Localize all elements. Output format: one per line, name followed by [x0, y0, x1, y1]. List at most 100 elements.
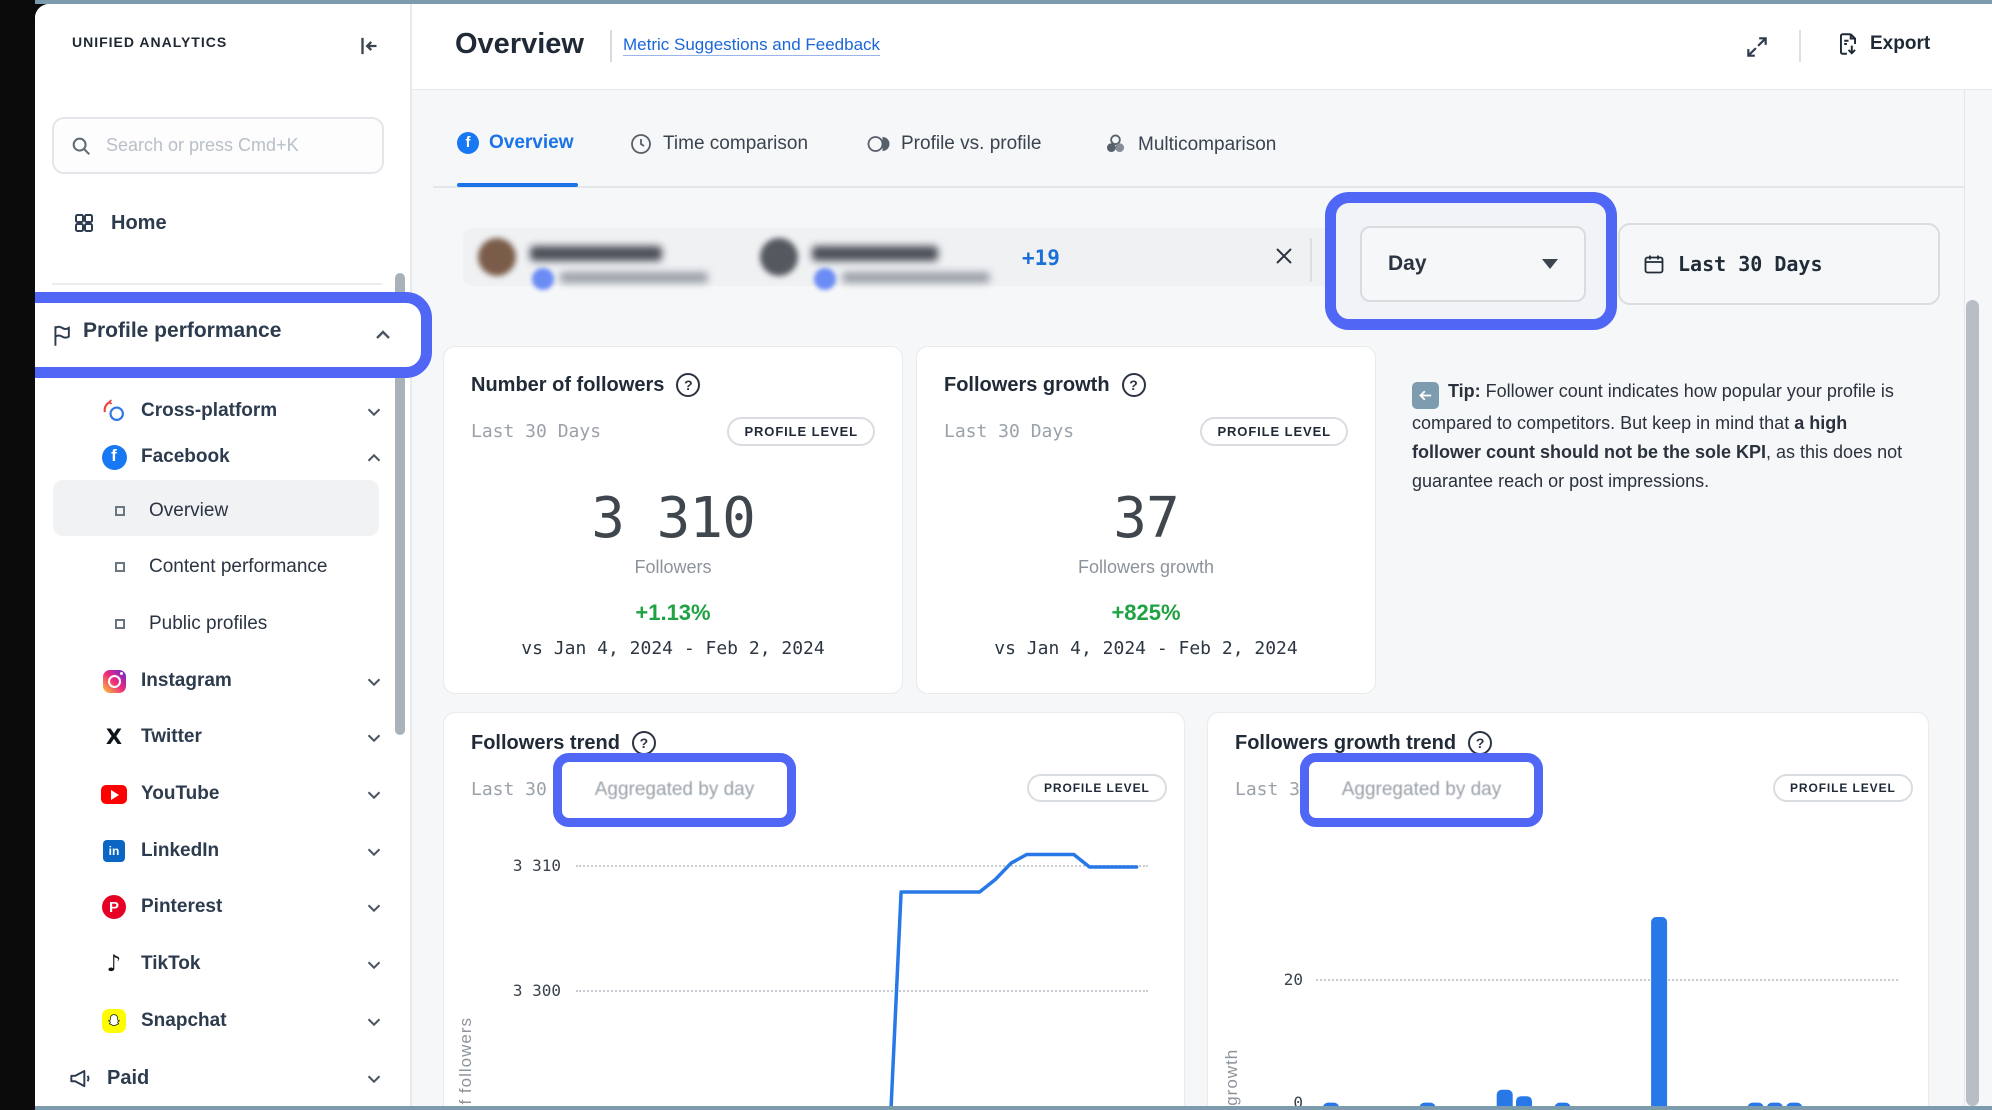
chevron-down-icon [363, 784, 385, 806]
tiktok-icon [100, 951, 128, 977]
annotation-highlight-aggregated-by-day-left: Aggregated by day [553, 753, 796, 827]
sidebar-item-linkedin[interactable]: LinkedIn [100, 835, 400, 867]
more-profiles-count[interactable]: +19 [1022, 246, 1060, 270]
sidebar-divider [52, 283, 382, 285]
kpi-versus: vs Jan 4, 2024 - Feb 2, 2024 [444, 638, 902, 659]
chevron-down-icon [363, 671, 385, 693]
tabs-divider [433, 186, 1964, 188]
tab-label: Time comparison [663, 133, 808, 155]
date-range-selector[interactable]: Last 30 Days [1618, 223, 1940, 305]
sidebar-item-twitter[interactable]: X Twitter [100, 721, 400, 753]
export-label: Export [1870, 33, 1930, 55]
close-icon[interactable] [1272, 244, 1296, 268]
left-arrow-icon [1412, 382, 1439, 409]
export-document-icon [1835, 31, 1861, 57]
blurred-profile-name [530, 246, 662, 261]
caret-down-icon [1542, 259, 1558, 269]
twitter-x-icon: X [100, 725, 128, 749]
chevron-down-icon [363, 1011, 385, 1033]
network-badge [814, 268, 836, 290]
youtube-icon [100, 785, 128, 804]
home-grid-icon [70, 211, 98, 235]
chevron-down-icon [363, 897, 385, 919]
sidebar-item-facebook-overview[interactable]: Overview [113, 495, 393, 527]
blurred-profile-name [812, 246, 938, 261]
help-icon[interactable] [676, 373, 700, 397]
metric-suggestions-link[interactable]: Metric Suggestions and Feedback [623, 35, 880, 55]
tab-label: Overview [489, 132, 574, 154]
tab-profile-vs-profile[interactable]: Profile vs. profile [866, 132, 1041, 156]
profile-vs-profile-icon [866, 132, 891, 156]
screenshot-stage: UNIFIED ANALYTICS Home Profile p [0, 0, 1992, 1110]
instagram-icon [100, 670, 128, 693]
collapse-sidebar-icon[interactable] [352, 32, 380, 60]
sidebar-item-youtube[interactable]: YouTube [100, 778, 400, 810]
tip-label: Tip: [1448, 381, 1481, 401]
bullet-icon [115, 506, 125, 516]
expand-icon[interactable] [1744, 34, 1770, 60]
sidebar-item-tiktok[interactable]: TikTok [100, 948, 400, 980]
avatar [478, 238, 516, 276]
tip-text: Tip: Follower count indicates how popula… [1412, 377, 1912, 496]
sidebar-item-label: TikTok [141, 953, 200, 975]
kpi-delta: +1.13% [444, 600, 902, 626]
sidebar-item-label: Instagram [141, 670, 232, 692]
sidebar-item-snapchat[interactable]: Snapchat [100, 1005, 400, 1037]
facebook-icon [100, 445, 128, 470]
help-icon[interactable] [1122, 373, 1146, 397]
search-icon [70, 135, 92, 157]
tab-time-comparison[interactable]: Time comparison [629, 132, 808, 156]
bullet-icon [115, 562, 125, 572]
sidebar-item-profile-performance[interactable]: Profile performance [83, 319, 281, 343]
sidebar-item-label: Facebook [141, 446, 230, 468]
sidebar-item-home[interactable]: Home [70, 207, 370, 239]
facebook-icon [457, 132, 479, 154]
sidebar-item-label: YouTube [141, 783, 219, 805]
search-input[interactable] [104, 134, 358, 157]
blurred-profile-subtitle [560, 272, 708, 283]
aggregation-selector[interactable]: Aggregated by day [595, 779, 755, 801]
active-tab-underline [457, 183, 578, 187]
title-separator [610, 30, 612, 62]
flag-icon [50, 323, 76, 349]
sidebar-item-pinterest[interactable]: Pinterest [100, 891, 400, 923]
tab-label: Profile vs. profile [901, 133, 1041, 155]
sidebar-item-content-performance[interactable]: Content performance [113, 551, 393, 583]
header-separator [1799, 30, 1801, 62]
clock-icon [629, 132, 653, 156]
sidebar-item-instagram[interactable]: Instagram [100, 665, 400, 697]
granularity-dropdown[interactable]: Day [1360, 226, 1586, 302]
sidebar-item-facebook[interactable]: Facebook [100, 441, 400, 473]
granularity-value: Day [1388, 252, 1427, 276]
snapchat-icon [100, 1009, 128, 1033]
chevron-up-icon [371, 323, 395, 347]
sidebar-item-label: Public profiles [149, 613, 267, 635]
chevron-down-icon [363, 1068, 385, 1090]
sidebar-item-label: Paid [107, 1067, 149, 1090]
sidebar-item-public-profiles[interactable]: Public profiles [113, 608, 393, 640]
kpi-value: 3 310 [444, 486, 902, 551]
main-scrollbar[interactable] [1966, 300, 1979, 1106]
sidebar-item-label: Snapchat [141, 1010, 227, 1032]
search-input-container [52, 117, 384, 174]
kpi-value-label: Followers [444, 557, 902, 578]
export-button[interactable]: Export [1835, 31, 1930, 57]
kpi-title: Number of followers [471, 374, 664, 397]
tab-overview[interactable]: Overview [457, 132, 574, 154]
profile-level-badge: PROFILE LEVEL [1200, 417, 1348, 446]
chevron-down-icon [363, 954, 385, 976]
blurred-profile-subtitle [842, 272, 990, 283]
multicomparison-icon [1103, 132, 1128, 157]
header-divider [412, 89, 1992, 90]
kpi-period: Last 30 Days [944, 421, 1074, 442]
tab-label: Multicomparison [1138, 134, 1276, 156]
sidebar-item-cross-platform[interactable]: Cross-platform [100, 395, 400, 427]
aggregation-selector[interactable]: Aggregated by day [1342, 779, 1502, 801]
sidebar-item-label: Overview [149, 500, 228, 522]
tab-multicomparison[interactable]: Multicomparison [1103, 132, 1276, 157]
pinterest-icon [100, 895, 128, 919]
chevron-up-icon [363, 447, 385, 469]
megaphone-icon [66, 1065, 94, 1091]
filter-separator [1310, 238, 1312, 282]
sidebar-item-paid[interactable]: Paid [66, 1062, 400, 1094]
